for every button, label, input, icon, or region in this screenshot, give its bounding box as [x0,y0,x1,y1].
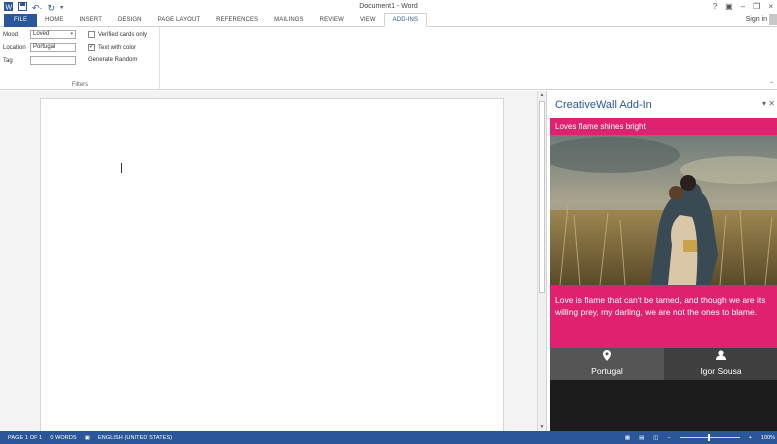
zoom-slider-thumb[interactable] [707,434,710,441]
account-avatar[interactable] [769,14,777,25]
scroll-down-icon[interactable]: ▼ [538,424,546,430]
user-icon [664,350,777,360]
zoom-slider[interactable] [679,434,740,441]
card-author: Igor Sousa [664,348,777,380]
mood-value: Loved [33,31,50,37]
minimize-icon[interactable]: – [741,2,745,11]
card-location: Portugal [550,348,664,380]
mood-label: Mood [3,31,19,38]
location-row: Location Portugal [3,43,76,52]
card-footer: Portugal Igor Sousa [550,348,777,380]
tab-file[interactable]: FILE [4,13,38,27]
verified-checkbox-row[interactable]: Verified cards only [88,31,147,38]
print-layout-icon[interactable]: ▤ [639,435,644,441]
zoom-out-icon[interactable]: − [667,435,670,441]
tab-insert[interactable]: INSERT [71,14,110,27]
close-icon[interactable]: × [768,2,773,11]
filters-group: Mood Loved ▾ Location Portugal Tag Verif… [0,27,160,89]
location-pin-icon [550,350,664,361]
ribbon-display-icon[interactable]: ▣ [725,2,733,11]
text-color-checkbox[interactable]: ✓ [88,44,95,51]
card-quote: Love is flame that can't be tamed, and t… [550,285,777,348]
vertical-scrollbar[interactable]: ▲ ▼ [537,91,546,431]
location-label: Location [3,44,26,51]
ribbon-tabs: FILE HOME INSERT DESIGN PAGE LAYOUT REFE… [0,13,777,27]
pane-close-icon[interactable]: ✕ [768,99,775,108]
text-color-checkbox-row[interactable]: ✓ Text with color [88,44,136,51]
title-bar: W ↶· ↻ ▾ Document1 - Word ? ▣ – ❐ × [0,0,777,14]
card-photo [550,135,777,285]
filters-group-label: Filters [71,82,89,88]
page-count[interactable]: PAGE 1 OF 1 [8,435,42,441]
card-headline: Loves flame shines bright [550,118,777,135]
zoom-level[interactable]: 100% [761,435,775,441]
web-layout-icon[interactable]: ◫ [653,435,658,441]
sign-in-link[interactable]: Sign in [746,16,767,23]
scroll-up-icon[interactable]: ▲ [538,92,546,98]
mood-row: Mood Loved ▾ [3,30,76,39]
location-text: Portugal [591,366,623,376]
text-color-label: Text with color [98,44,137,51]
tag-row: Tag [3,56,76,65]
card-bottom-area [550,380,777,431]
verified-label: Verified cards only [98,31,148,38]
document-title: Document1 - Word [359,3,418,10]
zoom-in-icon[interactable]: + [749,435,752,441]
quote-card: Loves flame shines bright Love is flame … [550,118,777,431]
tab-add-ins[interactable]: ADD-INS [383,13,428,27]
collapse-ribbon-icon[interactable]: ⌃ [769,81,774,88]
word-count[interactable]: 0 WORDS [50,435,76,441]
pane-controls: ▾ ✕ [762,99,775,108]
tab-review[interactable]: REVIEW [312,14,352,27]
document-workspace [0,91,537,443]
window-controls: ? ▣ – ❐ × [713,2,773,11]
chevron-down-icon: ▾ [70,31,73,37]
location-input[interactable]: Portugal [30,43,76,52]
restore-icon[interactable]: ❐ [753,2,760,11]
status-bar: PAGE 1 OF 1 0 WORDS ▣ ENGLISH (UNITED ST… [0,431,777,444]
mood-dropdown[interactable]: Loved ▾ [30,30,76,39]
tag-label: Tag [3,57,13,64]
tab-view[interactable]: VIEW [352,14,384,27]
read-mode-icon[interactable]: ▦ [625,435,630,441]
tab-mailings[interactable]: MAILINGS [266,14,311,27]
addin-task-pane: CreativeWall Add-In ▾ ✕ Loves flame shin… [546,91,777,431]
tab-design[interactable]: DESIGN [110,14,150,27]
scrollbar-thumb[interactable] [539,101,545,293]
author-text: Igor Sousa [700,366,742,376]
generate-random-button[interactable]: Generate Random [88,57,137,63]
tab-home[interactable]: HOME [37,14,71,27]
tab-page-layout[interactable]: PAGE LAYOUT [150,14,209,27]
proofing-icon[interactable]: ▣ [85,435,90,441]
tag-input[interactable] [30,56,76,65]
view-controls: ▦ ▤ ◫ − + 100% [625,431,775,444]
tab-references[interactable]: REFERENCES [208,14,266,27]
language-status[interactable]: ENGLISH (UNITED STATES) [98,435,172,441]
document-page[interactable] [40,98,504,443]
pane-options-icon[interactable]: ▾ [762,99,766,108]
verified-checkbox[interactable] [88,31,95,38]
help-icon[interactable]: ? [713,2,717,11]
pane-title: CreativeWall Add-In [555,99,652,111]
text-cursor [121,163,122,173]
ribbon-body: Mood Loved ▾ Location Portugal Tag Verif… [0,27,777,90]
